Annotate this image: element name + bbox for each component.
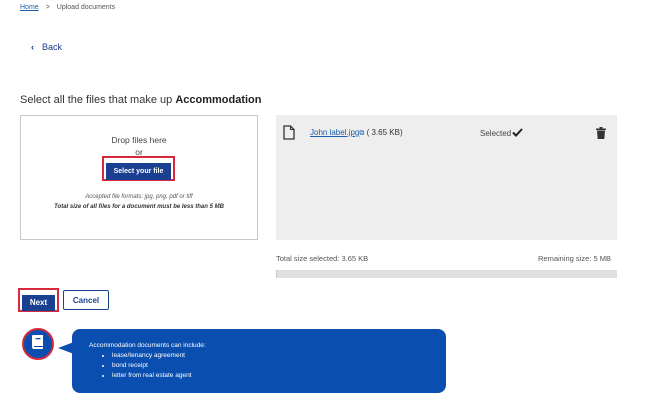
breadcrumb: Home > Upload documents (20, 4, 115, 11)
next-button[interactable]: Next (22, 294, 55, 311)
info-list: lease/tenancy agreement bond receipt let… (89, 351, 446, 381)
trash-icon[interactable] (596, 126, 606, 144)
select-file-button[interactable]: Select your file (106, 163, 171, 180)
file-entry: John label.jpg⧉ ( 3.65 KB) (310, 128, 403, 138)
select-file-focus-outline: Select your file (102, 156, 175, 181)
info-bubble: Accommodation documents can include: lea… (72, 329, 446, 393)
back-link[interactable]: ‹ Back (31, 42, 62, 52)
selected-files-panel: John label.jpg⧉ ( 3.65 KB) Selected (276, 115, 617, 240)
external-link-icon: ⧉ (359, 130, 365, 137)
file-size: ( 3.65 KB) (366, 128, 403, 137)
cancel-button[interactable]: Cancel (63, 290, 109, 310)
size-progress-bar (276, 270, 617, 278)
breadcrumb-separator: > (45, 4, 50, 11)
info-list-item: lease/tenancy agreement (112, 351, 446, 361)
back-label: Back (42, 42, 63, 52)
info-list-item: bond receipt (112, 361, 446, 371)
info-title: Accommodation documents can include: (89, 342, 206, 349)
book-icon (31, 334, 45, 355)
accepted-formats-text: Accepted file formats: jpg, png, pdf or … (85, 194, 193, 200)
breadcrumb-home-link[interactable]: Home (20, 4, 39, 11)
remaining-size: Remaining size: 5 MB (538, 254, 611, 263)
file-icon (283, 125, 295, 145)
dropzone-instructions: Drop files here or (21, 134, 257, 158)
info-badge (22, 328, 54, 360)
total-size-selected: Total size selected: 3.65 KB (276, 254, 369, 263)
page-heading: Select all the files that make up Accomm… (20, 94, 262, 106)
file-status-label: Selected (480, 129, 512, 138)
size-limit-text: Total size of all files for a document m… (54, 204, 224, 210)
file-status: Selected (480, 128, 523, 139)
heading-prefix: Select all the files that make up (20, 94, 176, 106)
check-icon (512, 128, 523, 139)
chevron-left-icon: ‹ (31, 42, 34, 52)
breadcrumb-current: Upload documents (56, 4, 116, 11)
info-list-item: letter from real estate agent (112, 371, 446, 381)
drop-files-text: Drop files here (111, 135, 167, 145)
heading-document-type: Accommodation (175, 94, 262, 106)
file-dropzone[interactable]: Drop files here or Select your file Acce… (20, 115, 258, 240)
file-name-link[interactable]: John label.jpg (310, 128, 359, 137)
next-focus-outline: Next (18, 288, 59, 312)
